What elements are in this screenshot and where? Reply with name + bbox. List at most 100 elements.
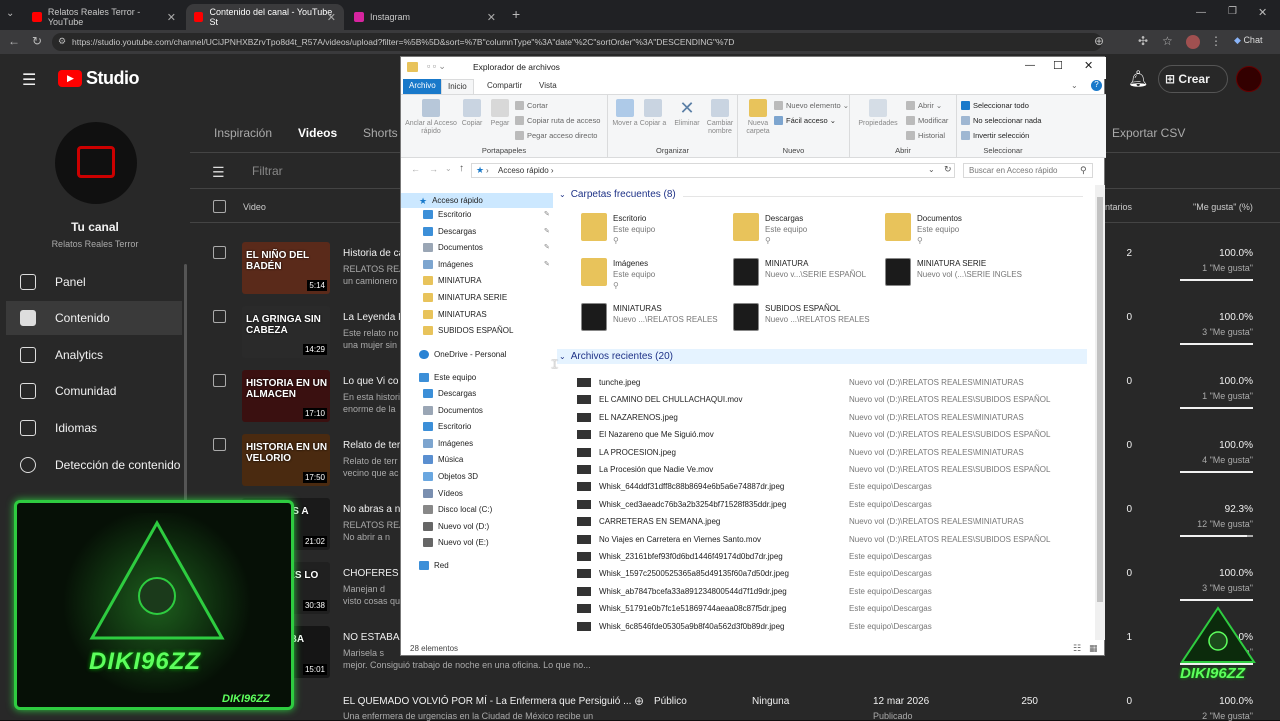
account-avatar[interactable] [1236,66,1262,92]
rename-button[interactable]: Cambiar nombre [704,99,736,136]
ribbon-tab-vista[interactable]: Vista [533,79,563,94]
back-arrow-icon[interactable]: ← [411,164,420,174]
export-csv-button[interactable]: Exportar CSV [1112,126,1185,140]
up-arrow-icon[interactable]: ↑ [459,163,464,174]
filter-icon[interactable]: ☰ [212,164,225,181]
nav-quick-access[interactable]: ★ Acceso rápido [401,193,553,208]
notifications-bell-icon[interactable]: 🔔︎ [1128,69,1148,89]
nav-network[interactable]: Red [419,561,449,570]
close-icon[interactable]: ✕ [1084,59,1093,72]
sidebar-item-comunidad[interactable]: Comunidad [20,383,116,399]
reload-icon[interactable]: ↻ [32,34,42,48]
scrollbar-thumb[interactable] [1097,197,1103,602]
nav-pc-item[interactable]: Documentos [423,405,483,415]
nav-quick-item[interactable]: MINIATURA SERIE [423,293,507,302]
minimize-icon[interactable]: — [1025,60,1035,71]
nav-pc-item[interactable]: Nuevo vol (E:) [423,538,489,548]
nav-quick-item[interactable]: Documentos ✎ [423,243,550,253]
frequent-folder[interactable]: MINIATURAS Nuevo ...\RELATOS REALES [581,303,718,331]
frequent-folder[interactable]: SUBIDOS ESPAÑOL Nuevo ...\RELATOS REALES [733,303,870,331]
frequent-folders-header[interactable]: ⌄ Carpetas frecuentes (8) [559,189,676,200]
recent-file-row[interactable]: La Procesión que Nadie Ve.mov Nuevo vol … [577,461,1087,478]
large-icons-view-icon[interactable]: ▦ [1089,643,1098,654]
select-none-button[interactable]: No seleccionar nada [961,116,1041,125]
create-button[interactable]: ⊞ Crear [1158,65,1228,93]
recent-file-row[interactable]: Whisk_23161bfef93f0d6bd1446f49174d0bd7dr… [577,548,1087,565]
minimize-icon[interactable]: — [1196,7,1206,18]
recent-file-row[interactable]: Whisk_51791e0b7fc1e51869744aeaa08c87f5dr… [577,600,1087,617]
copy-button[interactable]: Copiar [457,99,487,128]
video-title[interactable]: NO ESTABA S [343,632,408,643]
copy-path-button[interactable]: Copiar ruta de acceso [515,116,600,125]
sidebar-item-contenido[interactable]: Contenido [20,310,110,326]
forward-arrow-icon[interactable]: → [429,164,438,174]
recent-file-row[interactable]: Whisk_ced3aeadc76b3a2b3254bf71528f835ddr… [577,496,1087,513]
recent-file-row[interactable]: LA PROCESION.jpeg Nuevo vol (D:)\RELATOS… [577,444,1087,461]
recent-file-row[interactable]: Whisk_644ddf31dff8c88b8694e6b5a6e74887dr… [577,478,1087,495]
video-thumbnail[interactable]: EL NIÑO DEL BADÉN 5:14 [242,242,330,294]
address-path[interactable]: ★ › Acceso rápido › ⌄ ↻ [471,163,955,178]
nav-quick-item[interactable]: SUBIDOS ESPAÑOL [423,326,513,336]
extensions-icon[interactable]: ✣ [1138,34,1148,48]
nav-onedrive[interactable]: OneDrive - Personal [419,350,506,359]
video-title[interactable]: Lo que Vi co [343,376,398,387]
video-thumbnail[interactable]: LA GRINGA SIN CABEZA 14:29 [242,306,330,358]
move-to-button[interactable]: Mover a [610,99,640,128]
recent-files-header[interactable]: ⌄ Archivos recientes (20) [559,351,673,362]
nav-pc-item[interactable]: Escritorio [423,422,471,432]
path-dropdown-icon[interactable]: ⌄ [928,165,935,174]
close-window-icon[interactable]: ✕ [1258,6,1267,19]
ribbon-tab-inicio[interactable]: Inicio [441,79,474,94]
sidebar-item-analytics[interactable]: Analytics [20,347,103,363]
content-scrollbar[interactable] [1095,185,1105,640]
select-all-button[interactable]: Seleccionar todo [961,101,1029,110]
recent-file-row[interactable]: CARRETERAS EN SEMANA.jpeg Nuevo vol (D:)… [577,513,1087,530]
restore-icon[interactable]: ❐ [1228,6,1237,17]
nav-this-pc[interactable]: Este equipo [419,373,476,382]
tab-inspiracion[interactable]: Inspiración [214,126,272,140]
video-title[interactable]: Relato de terr [343,440,404,451]
nav-pc-item[interactable]: Imágenes [423,438,473,448]
nav-quick-item[interactable]: MINIATURAS [423,309,487,319]
paste-shortcut-button[interactable]: Pegar acceso directo [515,131,597,140]
row-checkbox[interactable] [213,374,226,387]
explorer-title-bar[interactable]: ▫ ▫ ⌄ Explorador de archivos — ☐ ✕ [401,57,1106,79]
quick-access-toolbar-icon[interactable]: ▫ ▫ ⌄ [427,61,446,72]
url-field[interactable]: ⚙ https://studio.youtube.com/channel/UCi… [52,33,1102,51]
refresh-icon[interactable]: ↻ [944,164,952,175]
select-all-checkbox[interactable] [213,200,226,213]
new-folder-button[interactable]: Nueva carpeta [742,99,774,136]
video-thumbnail[interactable]: HISTORIA EN UN ALMACEN 17:10 [242,370,330,422]
nav-pc-item[interactable]: Descargas [423,389,476,398]
close-icon[interactable]: ✕ [487,11,496,24]
recent-locations-icon[interactable]: ⌄ [445,164,452,173]
video-title[interactable]: EL QUEMADO VOLVIÓ POR MÍ - La Enfermera … [343,696,631,707]
close-icon[interactable]: ✕ [327,11,336,24]
details-view-icon[interactable]: ☷ [1073,643,1081,654]
nav-quick-item[interactable]: Imágenes ✎ [423,259,550,269]
recent-file-row[interactable]: Whisk_1597c2500525365a85d49135f60a7d50dr… [577,565,1087,582]
site-info-icon[interactable]: ⚙ [58,36,66,47]
nav-pc-item[interactable]: Nuevo vol (D:) [423,521,489,531]
easy-access-button[interactable]: Fácil acceso ⌄ [774,116,836,125]
recent-file-row[interactable]: EL NAZARENOS.jpeg Nuevo vol (D:)\RELATOS… [577,409,1087,426]
studio-logo[interactable]: Studio [86,68,140,89]
nav-pc-item[interactable]: Vídeos [423,488,463,498]
profile-avatar[interactable] [1186,35,1200,49]
maximize-icon[interactable]: ☐ [1053,59,1063,72]
recent-file-row[interactable]: El Nazareno que Me Siguió.mov Nuevo vol … [577,426,1087,443]
filter-input[interactable]: Filtrar [252,164,283,178]
visibility-value[interactable]: Público [654,696,687,707]
file-explorer-window[interactable]: ▫ ▫ ⌄ Explorador de archivos — ☐ ✕ Archi… [400,56,1106,656]
sidebar-item-deteccion[interactable]: Detección de contenido [20,457,180,473]
back-arrow-icon[interactable]: ← [8,34,20,48]
channel-avatar[interactable] [55,122,137,204]
recent-file-row[interactable]: Whisk_ab7847bcefa33a891234800544d7f1d9dr… [577,583,1087,600]
properties-button[interactable]: Propiedades [856,99,900,128]
video-title[interactable]: La Leyenda I [343,312,401,323]
invert-selection-button[interactable]: Invertir selección [961,131,1029,140]
sidebar-item-idiomas[interactable]: Idiomas [20,420,97,436]
pin-icon[interactable]: ✎ [544,260,550,268]
recent-file-row[interactable]: Whisk_6c8546fde05305a9b8f40a562d3f0b89dr… [577,618,1087,635]
edit-button[interactable]: Modificar [906,116,948,125]
